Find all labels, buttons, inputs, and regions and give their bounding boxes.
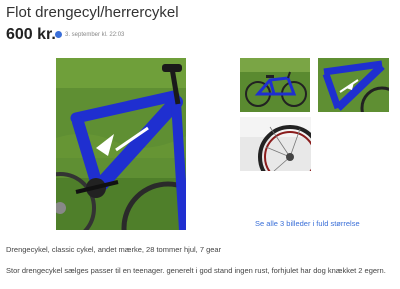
thumbnail-3[interactable] <box>240 117 311 171</box>
thumbnail-2[interactable] <box>318 58 389 112</box>
listing-page: Flot drengecyl/herrercykel 600 kr. 3. se… <box>0 0 400 289</box>
main-photo[interactable] <box>56 58 186 230</box>
listing-description: Stor drengecykel sælges passer til en te… <box>6 266 386 275</box>
bicycle-on-lawn-photo <box>240 58 310 112</box>
listing-meta: 3. september kl. 22:03 <box>55 31 124 38</box>
listing-summary: Drengecykel, classic cykel, andet mærke,… <box>6 245 222 254</box>
see-all-images-link[interactable]: Se alle 3 billeder i fuld størrelse <box>255 219 360 228</box>
listing-price: 600 kr. <box>6 26 56 43</box>
bicycle-wheel-closeup-photo <box>240 117 311 171</box>
posted-date: 3. september kl. 22:03 <box>65 31 125 38</box>
bicycle-frame-closeup-photo <box>318 58 389 112</box>
blue-bicycle-photo <box>56 58 186 230</box>
listing-title: Flot drengecyl/herrercykel <box>6 4 179 21</box>
clock-icon <box>55 31 62 38</box>
thumbnail-1[interactable] <box>240 58 310 112</box>
